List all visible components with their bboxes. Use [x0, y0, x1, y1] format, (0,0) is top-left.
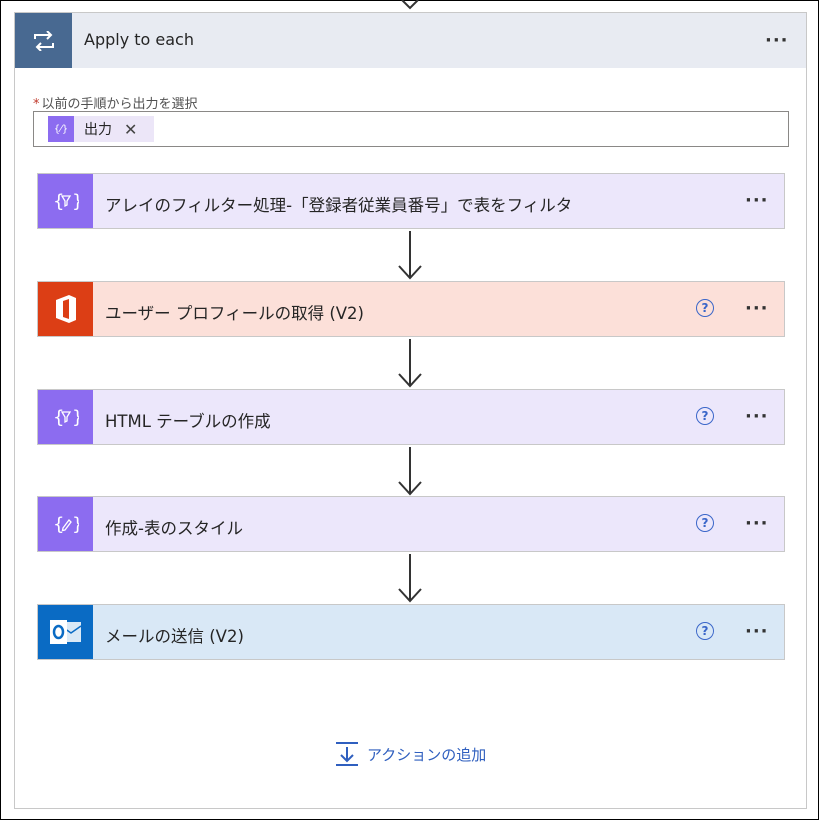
step-title: メールの送信 (V2) — [105, 627, 244, 646]
add-action-button[interactable]: アクションの追加 — [335, 741, 486, 767]
step-create-html-table[interactable]: {} HTML テーブルの作成 ? ··· — [37, 389, 785, 445]
help-icon[interactable]: ? — [696, 407, 714, 425]
step-more-menu[interactable]: ··· — [745, 192, 769, 210]
help-icon[interactable]: ? — [696, 514, 714, 532]
apply-to-each-title: Apply to each — [84, 30, 194, 49]
connector-arrow — [398, 447, 422, 496]
step-more-menu[interactable]: ··· — [745, 300, 769, 318]
step-get-user-profile[interactable]: ユーザー プロフィールの取得 (V2) ? ··· — [37, 281, 785, 337]
add-action-label: アクションの追加 — [367, 745, 487, 764]
svg-text:}: } — [72, 514, 79, 535]
svg-text:}: } — [72, 407, 79, 428]
loop-icon — [15, 13, 72, 68]
step-title: ユーザー プロフィールの取得 (V2) — [105, 304, 364, 323]
step-more-menu[interactable]: ··· — [745, 623, 769, 641]
step-filter-array[interactable]: {} アレイのフィルター処理-「登録者従業員番号」で表をフィルタ ··· — [37, 173, 785, 229]
output-token-label: 出力 — [84, 122, 112, 138]
step-compose-table-style[interactable]: {} 作成-表のスタイル ? ··· — [37, 496, 785, 552]
svg-text:}: } — [72, 191, 79, 212]
apply-to-each-header[interactable]: Apply to each ··· — [15, 13, 806, 68]
select-output-label: * 以前の手順から出力を選択 — [33, 93, 198, 112]
step-title: HTML テーブルの作成 — [105, 412, 271, 431]
apply-to-each-card: Apply to each ··· * 以前の手順から出力を選択 {⁄} 出力 ✕… — [14, 12, 807, 809]
svg-text:{: { — [53, 407, 64, 428]
compose-icon: {} — [38, 497, 93, 551]
output-token[interactable]: {⁄} 出力 ✕ — [48, 116, 154, 142]
help-icon[interactable]: ? — [696, 299, 714, 317]
filter-icon: {} — [38, 390, 93, 444]
connector-arrow — [398, 554, 422, 603]
add-action-icon — [336, 742, 358, 766]
svg-text:{: { — [53, 514, 64, 535]
select-output-field[interactable]: {⁄} 出力 ✕ — [33, 111, 789, 147]
svg-text:{: { — [53, 191, 64, 212]
select-output-label-text: 以前の手順から出力を選択 — [41, 97, 198, 112]
office-icon — [38, 282, 93, 336]
step-title: アレイのフィルター処理-「登録者従業員番号」で表をフィルタ — [105, 196, 573, 215]
step-more-menu[interactable]: ··· — [745, 408, 769, 426]
step-send-email[interactable]: メールの送信 (V2) ? ··· — [37, 604, 785, 660]
filter-icon: {} — [38, 174, 93, 228]
loop-more-menu[interactable]: ··· — [765, 32, 789, 50]
expression-icon: {⁄} — [48, 116, 74, 142]
step-more-menu[interactable]: ··· — [745, 515, 769, 533]
connector-arrow — [398, 231, 422, 280]
required-mark: * — [33, 97, 40, 112]
help-icon[interactable]: ? — [696, 622, 714, 640]
top-connector-arrow — [401, 0, 419, 10]
connector-arrow — [398, 339, 422, 388]
remove-token-icon[interactable]: ✕ — [124, 120, 137, 139]
outlook-icon — [38, 605, 93, 659]
step-title: 作成-表のスタイル — [105, 519, 243, 538]
